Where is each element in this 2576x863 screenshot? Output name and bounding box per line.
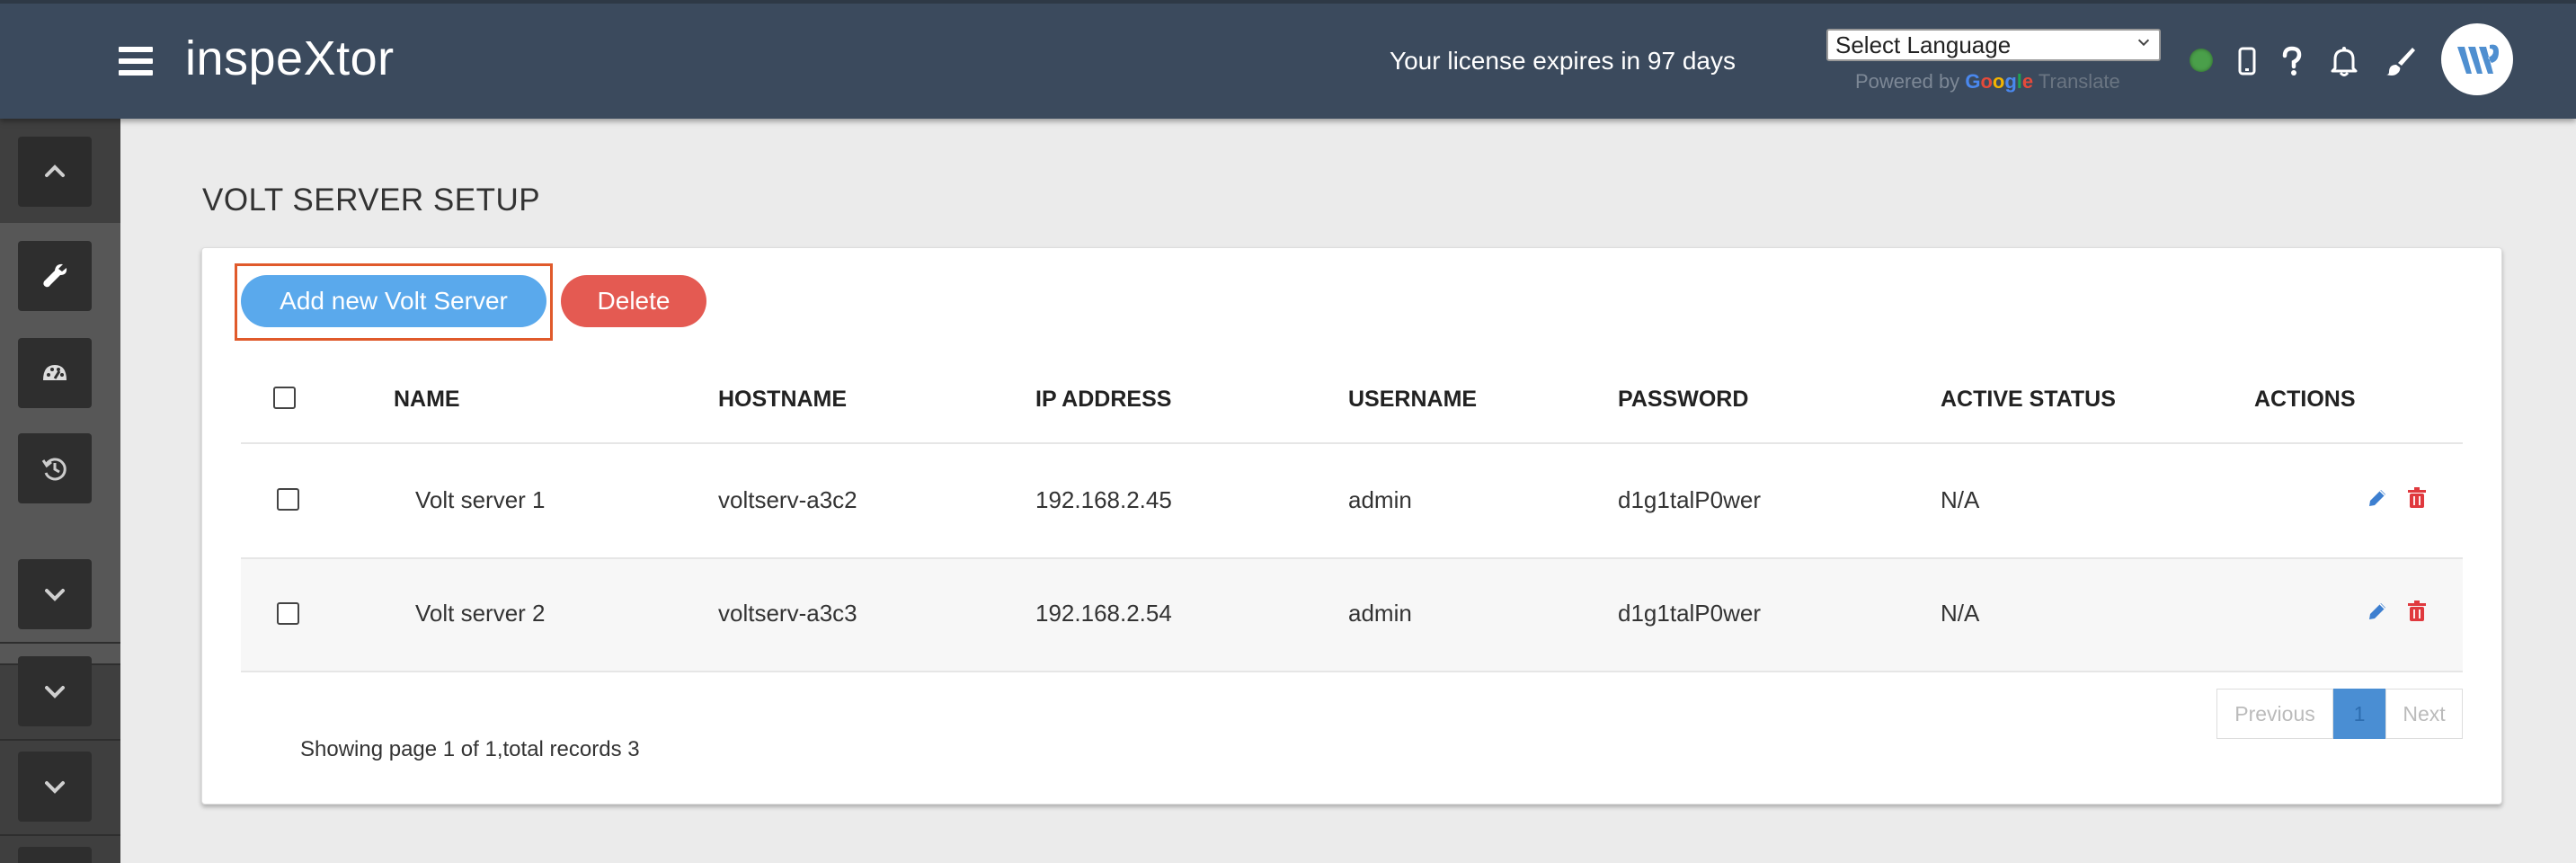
sidebar-item-setup[interactable] xyxy=(18,241,92,311)
server-password: d1g1talP0wer xyxy=(1618,486,1761,513)
row-checkbox[interactable] xyxy=(277,488,299,511)
records-summary: Showing page 1 of 1,total records 3 xyxy=(300,737,640,761)
column-header-username[interactable]: USERNAME xyxy=(1348,387,1477,413)
server-name: Volt server 2 xyxy=(415,600,546,627)
language-select[interactable]: Select Language xyxy=(1826,29,2161,61)
server-ip: 192.168.2.54 xyxy=(1035,600,1172,627)
google-logo: Google xyxy=(1965,70,2034,93)
dashboard-icon xyxy=(43,365,67,380)
connection-status-icon xyxy=(2190,49,2213,72)
select-all-checkbox[interactable] xyxy=(273,387,296,409)
sidebar-expand-button-4[interactable] xyxy=(18,847,92,863)
page-1-button[interactable]: 1 xyxy=(2333,689,2385,739)
sidebar xyxy=(0,119,120,863)
column-header-actions: ACTIONS xyxy=(2254,387,2356,412)
column-header-active-status[interactable]: ACTIVE STATUS xyxy=(1941,387,2116,413)
column-header-hostname[interactable]: HOSTNAME xyxy=(718,387,847,413)
bell-icon[interactable] xyxy=(2326,43,2362,79)
sidebar-item-history[interactable] xyxy=(18,433,92,503)
trash-icon[interactable] xyxy=(2405,600,2429,623)
server-ip: 192.168.2.45 xyxy=(1035,486,1172,513)
delete-button[interactable]: Delete xyxy=(561,275,706,327)
trash-icon[interactable] xyxy=(2405,486,2429,510)
chevron-down-icon xyxy=(45,781,65,794)
edit-icon[interactable] xyxy=(2366,486,2389,510)
row-checkbox[interactable] xyxy=(277,602,299,625)
sidebar-expand-button-1[interactable] xyxy=(18,559,92,629)
column-header-name[interactable]: NAME xyxy=(394,387,460,413)
chevron-down-icon xyxy=(45,686,65,698)
language-widget: Select Language Powered by Google Transl… xyxy=(1826,29,2161,93)
previous-page-button[interactable]: Previous xyxy=(2216,689,2333,739)
user-avatar[interactable] xyxy=(2441,23,2513,95)
brand-logo-icon xyxy=(2457,44,2499,74)
mobile-icon[interactable] xyxy=(2229,43,2265,79)
help-icon[interactable] xyxy=(2274,43,2310,79)
server-hostname: voltserv-a3c3 xyxy=(718,600,857,627)
chevron-up-icon xyxy=(45,165,65,177)
app-title: inspeXtor xyxy=(185,31,395,85)
powered-by-label: Powered by xyxy=(1855,70,1960,93)
translate-label: Translate xyxy=(2038,70,2120,93)
license-status: Your license expires in 97 days xyxy=(1390,47,1736,75)
sidebar-expand-button-3[interactable] xyxy=(18,752,92,822)
column-header-ip-address[interactable]: IP ADDRESS xyxy=(1035,387,1171,413)
server-status: N/A xyxy=(1941,486,1980,513)
edit-icon[interactable] xyxy=(2366,600,2389,623)
page-title: VOLT SERVER SETUP xyxy=(202,182,541,218)
language-select-value: Select Language xyxy=(1835,31,2012,58)
server-password: d1g1talP0wer xyxy=(1618,600,1761,627)
sidebar-item-dashboard[interactable] xyxy=(18,338,92,408)
chevron-down-icon xyxy=(45,589,65,601)
brush-icon[interactable] xyxy=(2382,43,2418,79)
menu-icon[interactable] xyxy=(119,47,153,76)
server-username: admin xyxy=(1348,486,1412,513)
next-page-button[interactable]: Next xyxy=(2385,689,2463,739)
top-header: inspeXtor Your license expires in 97 day… xyxy=(0,0,2576,119)
sidebar-expand-button-2[interactable] xyxy=(18,656,92,726)
server-hostname: voltserv-a3c2 xyxy=(718,486,857,513)
sidebar-scroll-up-button[interactable] xyxy=(18,137,92,207)
google-translate-credit: Powered by Google Translate xyxy=(1855,70,2161,93)
server-username: admin xyxy=(1348,600,1412,627)
column-header-password[interactable]: PASSWORD xyxy=(1618,387,1748,413)
chevron-down-icon xyxy=(2137,39,2150,47)
wrench-icon xyxy=(43,263,67,288)
history-icon xyxy=(41,458,67,481)
server-status: N/A xyxy=(1941,600,1980,627)
add-volt-server-button[interactable]: Add new Volt Server xyxy=(241,275,546,327)
server-name: Volt server 1 xyxy=(415,486,546,513)
